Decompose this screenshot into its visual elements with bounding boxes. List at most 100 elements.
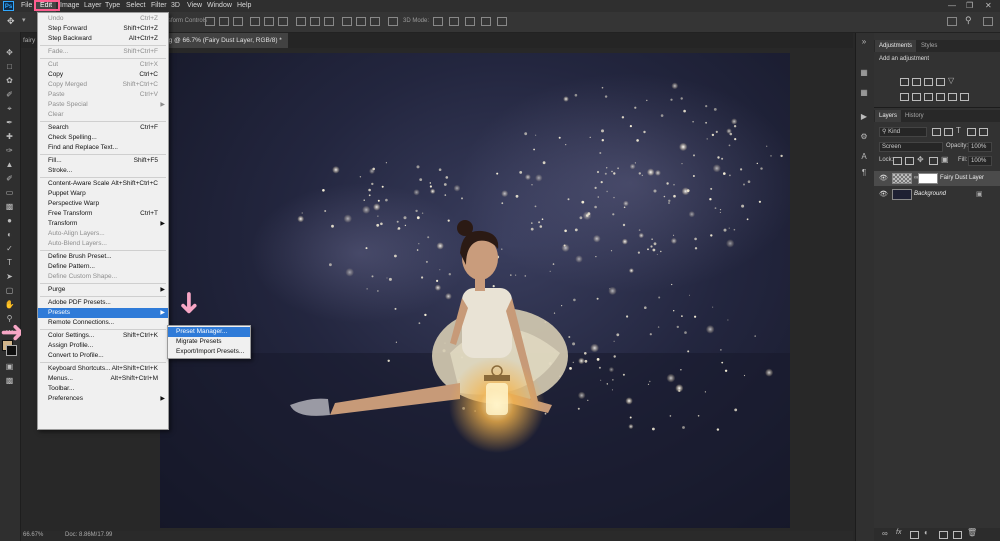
tab-history[interactable]: History bbox=[901, 110, 928, 122]
menu-item-preferences[interactable]: Preferences ▶ bbox=[38, 394, 168, 404]
tab-styles[interactable]: Styles bbox=[917, 40, 941, 52]
lock-position-icon[interactable]: ✥ bbox=[917, 155, 924, 164]
lock-transparent-icon[interactable] bbox=[893, 157, 902, 165]
menu-help[interactable]: Help bbox=[237, 0, 251, 12]
crop-tool-icon[interactable]: ⌖ bbox=[4, 104, 15, 114]
color-balance-icon[interactable] bbox=[912, 93, 921, 101]
menu-item-undo[interactable]: Undo Ctrl+Z bbox=[38, 14, 168, 24]
align-middle-icon[interactable] bbox=[264, 17, 274, 26]
menu-item-step-backward[interactable]: Step Backward Alt+Ctrl+Z bbox=[38, 34, 168, 44]
menu-item-paste-special[interactable]: Paste Special ▶ bbox=[38, 100, 168, 110]
menu-view[interactable]: View bbox=[187, 0, 202, 12]
menu-type[interactable]: Type bbox=[105, 0, 120, 12]
layer-name[interactable]: Fairy Dust Layer bbox=[940, 171, 984, 186]
brush-tool-icon[interactable]: ✑ bbox=[4, 146, 15, 156]
chevron-down-icon[interactable]: ▾ bbox=[22, 16, 26, 24]
gradient-tool-icon[interactable]: ▩ bbox=[4, 202, 15, 212]
lock-artboard-icon[interactable] bbox=[929, 157, 938, 165]
menu-3d[interactable]: 3D bbox=[171, 0, 180, 12]
blend-mode-select[interactable]: Screen bbox=[879, 142, 943, 152]
hue-saturation-icon[interactable] bbox=[900, 93, 909, 101]
menu-item-define-pattern[interactable]: Define Pattern... bbox=[38, 262, 168, 272]
menu-item-step-forward[interactable]: Step Forward Shift+Ctrl+Z bbox=[38, 24, 168, 34]
new-layer-icon[interactable] bbox=[953, 531, 962, 539]
pen-tool-icon[interactable]: ✓ bbox=[4, 244, 15, 254]
menu-item-fade[interactable]: Fade... Shift+Ctrl+F bbox=[38, 47, 168, 57]
close-icon[interactable]: ✕ bbox=[985, 0, 992, 12]
rectangle-tool-icon[interactable]: ▢ bbox=[4, 286, 15, 296]
tab-layers[interactable]: Layers bbox=[875, 110, 902, 122]
auto-align-icon[interactable] bbox=[388, 17, 398, 26]
distribute-bottom-icon[interactable] bbox=[324, 17, 334, 26]
fill-field[interactable]: 100% bbox=[968, 156, 992, 166]
workspace-icon[interactable] bbox=[947, 17, 957, 26]
menu-item-color-settings[interactable]: Color Settings... Shift+Ctrl+K bbox=[38, 331, 168, 341]
type-tool-icon[interactable]: T bbox=[4, 258, 15, 268]
filter-shape-icon[interactable] bbox=[967, 128, 976, 136]
menu-item-content-aware-scale[interactable]: Content-Aware Scale Alt+Shift+Ctrl+C bbox=[38, 179, 168, 189]
menu-window[interactable]: Window bbox=[207, 0, 232, 12]
actions-panel-icon[interactable]: ▶ bbox=[859, 112, 869, 121]
new-group-icon[interactable] bbox=[939, 531, 948, 539]
layer-name[interactable]: Background bbox=[914, 187, 946, 202]
menu-item-stroke[interactable]: Stroke... bbox=[38, 166, 168, 176]
3d-orbit-icon[interactable] bbox=[433, 17, 443, 26]
menu-item-export-import-presets[interactable]: Export/Import Presets... bbox=[168, 347, 250, 357]
menu-item-fill[interactable]: Fill... Shift+F5 bbox=[38, 156, 168, 166]
menu-item-presets[interactable]: Presets ▶ bbox=[38, 308, 168, 318]
menu-item-purge[interactable]: Purge ▶ bbox=[38, 285, 168, 295]
filter-adjustment-icon[interactable] bbox=[944, 128, 953, 136]
black-white-icon[interactable] bbox=[924, 93, 933, 101]
distribute-middle-icon[interactable] bbox=[310, 17, 320, 26]
character-panel-icon[interactable]: A bbox=[859, 152, 869, 161]
filter-smart-object-icon[interactable] bbox=[979, 128, 988, 136]
menu-item-auto-blend-layers[interactable]: Auto-Blend Layers... bbox=[38, 239, 168, 249]
menu-item-preset-manager[interactable]: Preset Manager... bbox=[168, 327, 250, 337]
menu-item-perspective-warp[interactable]: Perspective Warp bbox=[38, 199, 168, 209]
document-tab-active[interactable]: n.png @ 66.7% (Fairy Dust Layer, RGB/8) … bbox=[150, 33, 288, 48]
lock-all-icon[interactable]: ▣ bbox=[941, 155, 949, 164]
new-adjustment-layer-icon[interactable]: ◐ bbox=[924, 528, 929, 537]
menu-item-transform[interactable]: Transform ▶ bbox=[38, 219, 168, 229]
align-left-icon[interactable] bbox=[205, 17, 215, 26]
menu-item-copy[interactable]: Copy Ctrl+C bbox=[38, 70, 168, 80]
eraser-tool-icon[interactable]: ▭ bbox=[4, 188, 15, 198]
photo-filter-icon[interactable] bbox=[936, 93, 945, 101]
layer-mask-thumbnail[interactable] bbox=[918, 173, 938, 184]
tab-adjustments[interactable]: Adjustments bbox=[875, 40, 917, 52]
menu-item-migrate-presets[interactable]: Migrate Presets bbox=[168, 337, 250, 347]
canvas-image[interactable] bbox=[160, 53, 790, 528]
menu-item-assign-profile[interactable]: Assign Profile... bbox=[38, 341, 168, 351]
healing-brush-tool-icon[interactable]: ✚ bbox=[4, 132, 15, 142]
minimize-icon[interactable]: — bbox=[948, 0, 956, 12]
menu-item-paste[interactable]: Paste Ctrl+V bbox=[38, 90, 168, 100]
properties-panel-icon[interactable]: ▦ bbox=[859, 88, 869, 97]
distribute-top-icon[interactable] bbox=[296, 17, 306, 26]
search-icon[interactable]: ⚲ bbox=[965, 15, 972, 26]
menu-item-remote-connections[interactable]: Remote Connections... bbox=[38, 318, 168, 328]
collapse-panels-icon[interactable]: » bbox=[859, 37, 869, 46]
paragraph-panel-icon[interactable]: ¶ bbox=[859, 168, 869, 177]
share-icon[interactable] bbox=[983, 17, 993, 26]
exposure-icon[interactable] bbox=[936, 78, 945, 86]
curves-icon[interactable] bbox=[924, 78, 933, 86]
clone-stamp-tool-icon[interactable]: ▲ bbox=[4, 160, 15, 170]
menu-select[interactable]: Select bbox=[126, 0, 145, 12]
layer-row-background[interactable]: 👁 Background ▣ bbox=[874, 187, 1000, 202]
layer-filter-select[interactable]: ⚲ Kind bbox=[879, 127, 927, 137]
quick-mask-icon[interactable]: ▣ bbox=[4, 362, 15, 372]
align-bottom-icon[interactable] bbox=[278, 17, 288, 26]
quick-select-tool-icon[interactable]: ✐ bbox=[4, 90, 15, 100]
align-center-icon[interactable] bbox=[219, 17, 229, 26]
menu-layer[interactable]: Layer bbox=[84, 0, 102, 12]
document-tab-inactive[interactable]: fairy bbox=[23, 33, 35, 48]
add-mask-icon[interactable] bbox=[910, 531, 919, 539]
lock-pixels-icon[interactable] bbox=[905, 157, 914, 165]
delete-layer-icon[interactable]: 🗑 bbox=[967, 528, 977, 537]
screen-mode-icon[interactable]: ▩ bbox=[4, 376, 15, 386]
menu-file[interactable]: File bbox=[21, 0, 32, 12]
3d-pan-icon[interactable] bbox=[465, 17, 475, 26]
dodge-tool-icon[interactable]: ◐ bbox=[4, 230, 15, 240]
menu-item-puppet-warp[interactable]: Puppet Warp bbox=[38, 189, 168, 199]
filter-type-icon[interactable]: T bbox=[956, 126, 961, 135]
